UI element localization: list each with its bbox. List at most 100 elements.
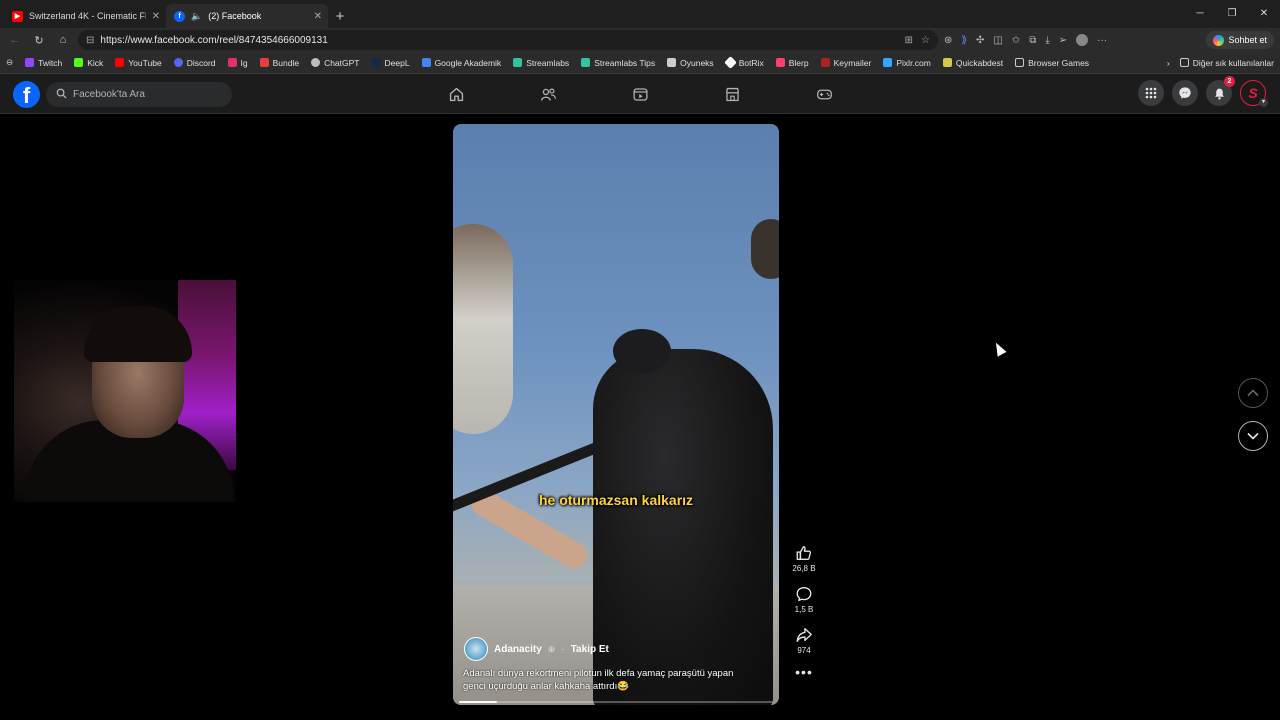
nav-marketplace[interactable] bbox=[686, 74, 778, 114]
bookmark-label: Blerp bbox=[788, 57, 809, 68]
facebook-icon: f bbox=[174, 10, 185, 22]
close-tab-icon[interactable]: ✕ bbox=[152, 11, 160, 22]
bell-icon bbox=[1214, 88, 1224, 100]
bookmark-label: Browser Games bbox=[1028, 57, 1090, 68]
extension-icon[interactable]: ⟫ bbox=[961, 35, 967, 46]
bookmark-item[interactable]: Quickabdest bbox=[942, 58, 1003, 68]
nav-friends[interactable] bbox=[502, 74, 594, 114]
pixlr-icon bbox=[883, 58, 893, 67]
friends-icon bbox=[540, 88, 556, 101]
favorites-icon[interactable]: ✩ bbox=[1012, 35, 1020, 46]
bookmark-label: Pixlr.com bbox=[896, 57, 931, 68]
author-avatar[interactable] bbox=[464, 637, 488, 661]
messenger-button[interactable] bbox=[1172, 80, 1198, 106]
gaming-icon bbox=[816, 89, 832, 99]
chevron-down-icon bbox=[1247, 432, 1259, 440]
nav-video[interactable] bbox=[594, 74, 686, 114]
bookmark-item[interactable]: Discord bbox=[173, 58, 216, 68]
minimize-icon[interactable]: ─ bbox=[1184, 0, 1216, 28]
grid-menu-icon bbox=[1145, 87, 1157, 99]
reel-video[interactable]: he oturmazsan kalkarız Adanacity ⊕ · Tak… bbox=[453, 124, 779, 705]
next-reel-button[interactable] bbox=[1238, 421, 1268, 451]
profile-avatar[interactable]: S ▾ bbox=[1240, 80, 1268, 107]
favorite-star-icon[interactable]: ☆ bbox=[921, 35, 930, 46]
notifications-button[interactable]: 2 bbox=[1206, 76, 1235, 106]
split-screen-icon[interactable]: ◫ bbox=[993, 35, 1002, 46]
chevron-right-icon[interactable]: › bbox=[1167, 58, 1170, 68]
more-options-button[interactable]: ••• bbox=[795, 665, 813, 679]
nav-gaming[interactable] bbox=[778, 74, 870, 114]
thumbs-up-icon bbox=[796, 546, 812, 560]
bookmark-item[interactable]: Twitch bbox=[25, 58, 62, 68]
bookmark-item[interactable]: Streamlabs bbox=[513, 58, 569, 68]
browser-tab-bar: ▶ Switzerland 4K - Cinematic FPV Re ✕ f … bbox=[0, 0, 1280, 28]
discord-icon bbox=[173, 58, 183, 67]
like-count: 26,8 B bbox=[792, 564, 816, 573]
bookmark-item[interactable]: BotRix bbox=[723, 56, 764, 69]
speaker-icon[interactable]: 🔈 bbox=[191, 11, 202, 22]
bookmark-item[interactable]: Browser Games bbox=[1015, 58, 1089, 68]
webcam-overlay bbox=[14, 280, 236, 502]
new-tab-button[interactable]: + bbox=[328, 4, 352, 28]
more-menu-icon[interactable]: ··· bbox=[1097, 35, 1107, 46]
bookmark-item[interactable]: Ig bbox=[227, 58, 248, 68]
bookmark-label: Streamlabs bbox=[526, 57, 570, 68]
bookmark-item[interactable]: YouTube bbox=[115, 58, 162, 68]
bookmark-item[interactable]: Streamlabs Tips bbox=[581, 58, 655, 68]
app-install-icon[interactable]: ⊞ bbox=[905, 35, 913, 46]
tab-facebook[interactable]: f 🔈 (2) Facebook ✕ bbox=[166, 4, 328, 28]
bookmark-item[interactable]: Google Akademik bbox=[421, 58, 501, 68]
puzzle-icon[interactable]: ✣ bbox=[976, 35, 984, 46]
reel-person-right bbox=[751, 219, 779, 279]
comment-icon bbox=[796, 587, 812, 602]
profile-icon[interactable] bbox=[1076, 34, 1089, 46]
tab-title: Switzerland 4K - Cinematic FPV Re bbox=[29, 11, 146, 21]
nav-home[interactable] bbox=[410, 74, 502, 114]
follow-button[interactable]: Takip Et bbox=[571, 644, 609, 655]
separator-dot: · bbox=[561, 643, 565, 655]
bookmark-item[interactable]: Blerp bbox=[775, 57, 809, 68]
bookmark-item[interactable]: Oyuneks bbox=[667, 58, 714, 68]
bookmark-item[interactable]: Keymailer bbox=[820, 58, 871, 68]
address-bar[interactable]: ⊟ https://www.facebook.com/reel/84743546… bbox=[78, 30, 938, 50]
close-tab-icon[interactable]: ✕ bbox=[314, 11, 322, 22]
bookmark-item[interactable]: ChatGPT bbox=[311, 58, 360, 68]
bookmark-item[interactable]: DeepL bbox=[371, 58, 410, 68]
copilot-button[interactable]: Sohbet et bbox=[1206, 31, 1274, 49]
home-icon[interactable]: ⌂ bbox=[54, 31, 72, 49]
tab-youtube[interactable]: ▶ Switzerland 4K - Cinematic FPV Re ✕ bbox=[4, 4, 166, 28]
bookmark-item[interactable]: Pixlr.com bbox=[883, 57, 931, 68]
refresh-icon[interactable]: ↻ bbox=[30, 31, 48, 49]
bookmark-item[interactable]: Kick bbox=[74, 58, 103, 68]
bookmarks-toggle-icon[interactable]: ⊖ bbox=[6, 57, 13, 68]
reel-progress-bar[interactable] bbox=[459, 701, 773, 703]
back-icon[interactable]: ← bbox=[6, 31, 24, 49]
author-name[interactable]: Adanacity bbox=[494, 644, 542, 655]
quickabdest-icon bbox=[942, 58, 952, 67]
collections-icon[interactable]: ⧉ bbox=[1029, 35, 1036, 46]
restore-icon[interactable]: ❐ bbox=[1216, 0, 1248, 28]
share-button[interactable]: 974 bbox=[795, 626, 813, 655]
close-window-icon[interactable]: ✕ bbox=[1248, 0, 1280, 28]
share-icon[interactable]: ➢ bbox=[1059, 35, 1067, 46]
url-text: https://www.facebook.com/reel/8474354666… bbox=[100, 34, 328, 46]
previous-reel-button[interactable] bbox=[1238, 378, 1268, 408]
facebook-logo-icon[interactable]: f bbox=[13, 81, 40, 108]
facebook-search[interactable] bbox=[46, 82, 232, 107]
instagram-icon bbox=[227, 58, 237, 67]
deepl-icon bbox=[371, 58, 381, 67]
like-button[interactable]: 26,8 B bbox=[792, 544, 816, 573]
video-icon bbox=[632, 87, 648, 101]
comment-button[interactable]: 1,5 B bbox=[795, 585, 813, 614]
bookmark-label: Oyuneks bbox=[680, 57, 714, 68]
bookmark-item[interactable]: Bundle bbox=[259, 58, 299, 68]
gamepad-icon[interactable]: ⊛ bbox=[944, 35, 952, 46]
menu-grid-button[interactable] bbox=[1138, 80, 1164, 106]
other-bookmarks-label: Diğer sık kullanılanlar bbox=[1192, 57, 1274, 68]
folder-icon bbox=[1179, 58, 1189, 67]
facebook-header-actions: 2 S ▾ bbox=[1138, 76, 1268, 107]
other-bookmarks-folder[interactable]: Diğer sık kullanılanlar bbox=[1179, 57, 1274, 68]
download-icon[interactable]: ⤓ bbox=[1045, 35, 1049, 46]
search-input[interactable] bbox=[73, 89, 222, 100]
site-info-icon[interactable]: ⊟ bbox=[86, 35, 94, 46]
